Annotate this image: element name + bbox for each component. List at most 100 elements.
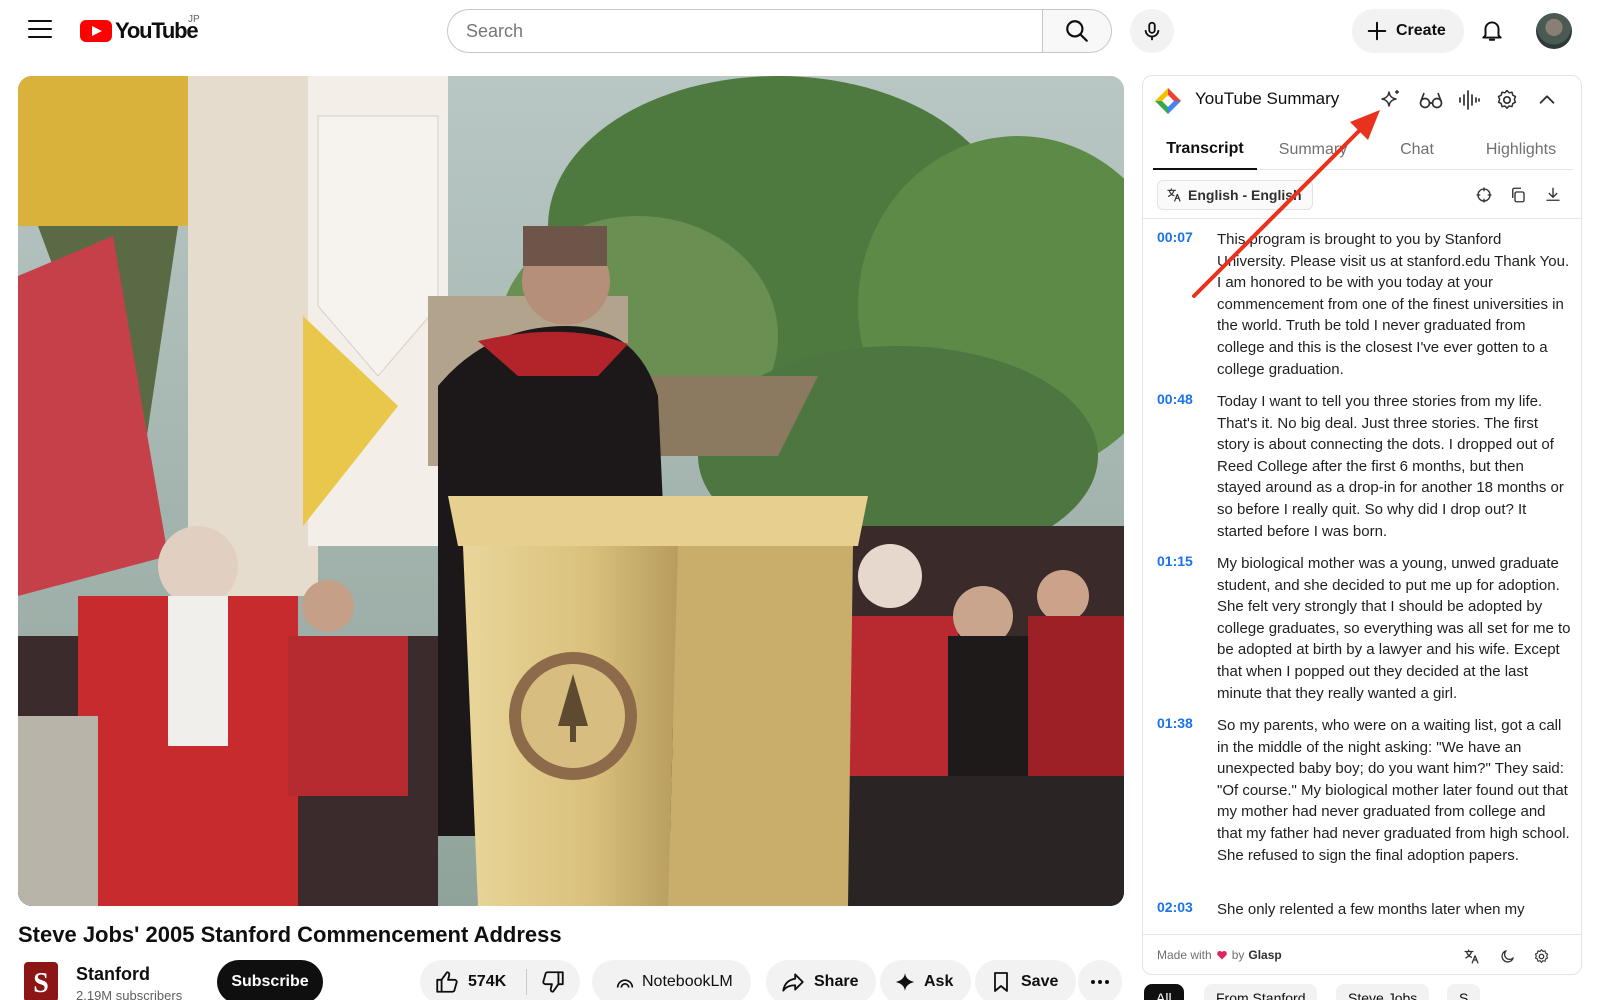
like-button[interactable]: 574K — [420, 960, 526, 1000]
search-icon — [1066, 20, 1088, 42]
made-with-credit: Made with by Glasp — [1157, 948, 1282, 962]
glasp-extension-logo — [1155, 88, 1181, 114]
search-button[interactable] — [1042, 9, 1112, 53]
video-frame-image — [18, 76, 1124, 906]
bookmark-icon — [994, 972, 1008, 992]
more-actions-button[interactable] — [1078, 960, 1122, 1000]
panel-header: YouTube Summary — [1143, 76, 1581, 124]
svg-text:S: S — [33, 968, 49, 999]
search-bar — [447, 9, 1112, 53]
segment-timestamp[interactable]: 01:15 — [1157, 553, 1193, 569]
dark-mode-button[interactable] — [1497, 946, 1517, 966]
stanford-channel-logo[interactable]: S — [24, 962, 58, 1000]
reading-mode-button[interactable] — [1417, 86, 1445, 114]
like-count: 574K — [468, 973, 507, 990]
transcript-toolbar: English - English — [1157, 180, 1569, 210]
top-bar: YouTube JP Create — [0, 0, 1600, 62]
sparkle-icon — [895, 972, 915, 992]
ask-button[interactable]: Ask — [880, 960, 972, 1000]
dislike-button[interactable] — [527, 960, 579, 1000]
segment-timestamp[interactable]: 00:07 — [1157, 229, 1193, 245]
video-actions-row: S Stanford 2.19M subscribers Subscribe 5… — [18, 960, 1124, 1000]
settings-button[interactable] — [1493, 86, 1521, 114]
save-button[interactable]: Save — [975, 960, 1077, 1000]
segment-text: This program is brought to you by Stanfo… — [1217, 231, 1570, 378]
ai-summary-button[interactable] — [1377, 86, 1405, 114]
audio-waveform-icon — [1459, 90, 1480, 110]
share-label: Share — [814, 973, 859, 990]
glasp-brand-link[interactable]: Glasp — [1248, 948, 1281, 962]
segment-timestamp[interactable]: 02:03 — [1157, 899, 1193, 915]
segment-text: My biological mother was a young, unwed … — [1217, 555, 1571, 702]
translate-button[interactable] — [1461, 946, 1481, 966]
notifications-button[interactable] — [1476, 14, 1508, 46]
logo-text: YouTube — [115, 18, 199, 43]
related-chips: All From Stanford Steve Jobs S — [1142, 984, 1582, 1000]
chevron-up-icon — [1539, 95, 1555, 104]
chip-partial[interactable]: S — [1447, 984, 1481, 1000]
collapse-button[interactable] — [1533, 86, 1561, 114]
footer-settings-button[interactable] — [1531, 946, 1551, 966]
by-label: by — [1231, 948, 1245, 962]
more-horizontal-icon — [1091, 980, 1109, 984]
panel-title: YouTube Summary — [1195, 89, 1340, 108]
video-title: Steve Jobs' 2005 Stanford Commencement A… — [18, 922, 562, 947]
notebooklm-label: NotebookLM — [642, 973, 733, 990]
segment-text: Today I want to tell you three stories f… — [1217, 393, 1564, 540]
youtube-logo[interactable]: YouTube — [80, 18, 199, 43]
transcript-list: 00:07 This program is brought to you by … — [1143, 219, 1581, 933]
language-label: English - English — [1188, 187, 1302, 203]
tab-transcript[interactable]: Transcript — [1153, 130, 1257, 170]
subscribe-button[interactable]: Subscribe — [217, 960, 323, 1000]
menu-icon[interactable] — [28, 20, 52, 40]
made-with-label: Made with — [1157, 948, 1212, 962]
crosshair-icon — [1476, 187, 1492, 203]
ask-label: Ask — [924, 973, 954, 990]
sparkles-icon — [1381, 90, 1399, 107]
notebooklm-icon — [616, 979, 634, 988]
audio-button[interactable] — [1455, 86, 1483, 114]
gear-icon — [1497, 89, 1517, 110]
create-label: Create — [1396, 22, 1446, 39]
chip-steve-jobs[interactable]: Steve Jobs — [1336, 984, 1430, 1000]
subscriber-count: 2.19M subscribers — [76, 988, 183, 1000]
share-button[interactable]: Share — [766, 960, 877, 1000]
language-selector[interactable]: English - English — [1157, 180, 1313, 210]
copy-transcript-button[interactable] — [1507, 184, 1529, 206]
bell-icon — [1482, 21, 1502, 41]
youtube-play-icon — [80, 20, 112, 42]
tab-highlights[interactable]: Highlights — [1469, 130, 1573, 170]
moon-icon — [1500, 949, 1514, 963]
like-dislike-group: 574K — [420, 960, 580, 1000]
download-transcript-button[interactable] — [1542, 184, 1564, 206]
microphone-icon — [1144, 21, 1160, 41]
voice-search-button[interactable] — [1130, 9, 1174, 53]
thumbs-up-icon — [436, 971, 458, 993]
sync-position-button[interactable] — [1473, 184, 1495, 206]
account-avatar[interactable] — [1536, 13, 1572, 49]
translate-icon — [1463, 948, 1479, 964]
tab-chat[interactable]: Chat — [1367, 130, 1467, 170]
copy-icon — [1512, 187, 1525, 203]
channel-name[interactable]: Stanford — [76, 964, 150, 985]
chip-all[interactable]: All — [1144, 984, 1184, 1000]
tab-summary[interactable]: Summary — [1261, 130, 1365, 170]
glasses-icon — [1419, 92, 1443, 109]
download-icon — [1546, 187, 1560, 201]
video-player[interactable] — [18, 76, 1124, 906]
segment-timestamp[interactable]: 00:48 — [1157, 391, 1193, 407]
save-label: Save — [1021, 973, 1059, 990]
gear-icon — [1534, 948, 1548, 963]
translate-icon — [1167, 188, 1181, 202]
segment-text: She only relented a few months later whe… — [1217, 901, 1525, 918]
share-icon — [782, 973, 804, 992]
panel-footer: Made with by Glasp — [1143, 934, 1581, 974]
notebooklm-button[interactable]: NotebookLM — [592, 960, 751, 1000]
plus-icon — [1367, 21, 1387, 41]
search-input[interactable] — [447, 9, 1042, 53]
region-code: JP — [188, 14, 200, 25]
panel-tabs: Transcript Summary Chat Highlights — [1153, 130, 1573, 170]
chip-from-stanford[interactable]: From Stanford — [1204, 984, 1318, 1000]
segment-timestamp[interactable]: 01:38 — [1157, 715, 1193, 731]
create-button[interactable]: Create — [1352, 9, 1464, 53]
